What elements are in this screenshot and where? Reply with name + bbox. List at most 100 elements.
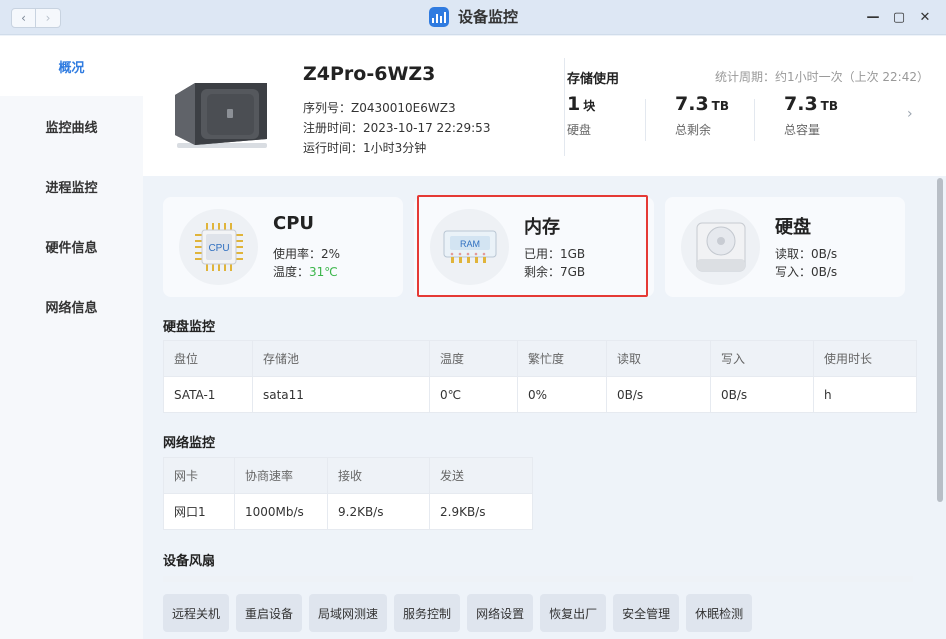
col-header: 温度 <box>429 340 518 377</box>
table-row: 网口1 1000Mb/s 9.2KB/s 2.9KB/s <box>163 493 533 530</box>
action-bar: 远程关机 重启设备 局域网测速 服务控制 网络设置 恢复出厂 安全管理 休眠检测 <box>143 584 946 639</box>
table-cell: 0% <box>517 376 607 413</box>
device-name: Z4Pro-6WZ3 <box>303 63 436 85</box>
sidebar-item-label: 进程监控 <box>45 180 98 196</box>
table-header-row: 网卡 协商速率 接收 发送 <box>163 457 533 494</box>
stat-divider <box>754 99 755 141</box>
maximize-icon: ▢ <box>892 9 906 25</box>
content-scrollbar[interactable] <box>937 178 943 502</box>
nas-device-image <box>175 83 267 148</box>
chevron-right-icon: › <box>45 11 51 25</box>
table-cell: 网口1 <box>163 493 235 530</box>
memory-highlight-frame <box>417 195 648 297</box>
stat-value: 1 <box>567 93 581 115</box>
sidebar: 概况 监控曲线 进程监控 硬件信息 网络信息 <box>0 36 143 639</box>
cpu-card-title: CPU <box>273 213 315 234</box>
factory-reset-button[interactable]: 恢复出厂 <box>540 594 607 632</box>
stat-unit: TB <box>711 99 730 113</box>
sidebar-item-label: 硬件信息 <box>45 240 98 256</box>
sidebar-item-network-info[interactable]: 网络信息 <box>0 276 143 336</box>
action-buttons: 远程关机 重启设备 局域网测速 服务控制 网络设置 恢复出厂 安全管理 休眠检测 <box>163 594 753 632</box>
sidebar-item-label: 监控曲线 <box>45 120 98 136</box>
cpu-icon-text: CPU <box>208 243 229 254</box>
disk-card[interactable]: 硬盘 读取：0B/s 写入：0B/s <box>665 197 905 297</box>
sidebar-item-label: 网络信息 <box>45 300 98 316</box>
stat-label: 硬盘 <box>567 123 592 137</box>
table-cell: 0B/s <box>606 376 711 413</box>
stat-disk-count: 1块 硬盘 <box>567 93 595 138</box>
cpu-temp-value: 31℃ <box>309 265 338 279</box>
table-cell: 2.9KB/s <box>429 493 533 530</box>
disk-icon-wrap <box>681 209 760 285</box>
header-divider <box>564 58 565 156</box>
window-controls: — ▢ ✕ <box>865 8 933 26</box>
sidebar-item-label: 概况 <box>58 60 85 76</box>
device-registered: 注册时间：2023-10-17 22:29:53 <box>303 121 491 135</box>
col-header: 写入 <box>710 340 814 377</box>
device-header: Z4Pro-6WZ3 序列号：Z0430010E6WZ3 注册时间：2023-1… <box>143 36 946 176</box>
stat-total-free: 7.3 TB 总剩余 <box>675 93 729 138</box>
disk-monitor-table: 盘位 存储池 温度 繁忙度 读取 写入 使用时长 SATA-1 sata11 0… <box>163 340 917 413</box>
cpu-chip-icon: CPU <box>194 223 243 271</box>
sidebar-item-hardware-info[interactable]: 硬件信息 <box>0 216 143 276</box>
disk-read: 读取：0B/s <box>775 247 838 261</box>
maximize-button[interactable]: ▢ <box>891 8 907 26</box>
stat-value: 7.3 <box>675 93 709 115</box>
table-cell: SATA-1 <box>163 376 253 413</box>
cpu-temp-label: 温度： <box>273 265 310 279</box>
stat-label: 总容量 <box>784 123 821 137</box>
col-header: 发送 <box>429 457 533 494</box>
cpu-card[interactable]: CPU CPU 使用率：2% 温度：31℃ <box>163 197 403 297</box>
network-settings-button[interactable]: 网络设置 <box>467 594 534 632</box>
fan-title: 设备风扇 <box>163 554 216 569</box>
col-header: 协商速率 <box>234 457 328 494</box>
col-header: 使用时长 <box>813 340 917 377</box>
col-header: 盘位 <box>163 340 253 377</box>
disk-card-title: 硬盘 <box>775 217 811 238</box>
stat-unit: 块 <box>583 99 596 113</box>
network-monitor-table: 网卡 协商速率 接收 发送 网口1 1000Mb/s 9.2KB/s 2.9KB… <box>163 457 533 530</box>
cpu-usage: 使用率：2% <box>273 247 341 261</box>
table-cell: h <box>813 376 917 413</box>
chevron-left-icon: ‹ <box>21 11 26 25</box>
disk-write: 写入：0B/s <box>775 265 838 279</box>
service-control-button[interactable]: 服务控制 <box>394 594 461 632</box>
network-monitor-title: 网络监控 <box>163 436 216 451</box>
sidebar-item-overview[interactable]: 概况 <box>0 36 143 96</box>
title-bar: ‹ › 设备监控 — ▢ ✕ <box>0 0 946 35</box>
minimize-button[interactable]: — <box>865 8 881 26</box>
forward-button[interactable]: › <box>36 8 61 28</box>
main-area: Z4Pro-6WZ3 序列号：Z0430010E6WZ3 注册时间：2023-1… <box>143 36 946 639</box>
storage-detail-chevron-icon[interactable]: › <box>907 106 913 122</box>
close-button[interactable]: ✕ <box>917 8 933 26</box>
device-serial: 序列号：Z0430010E6WZ3 <box>303 101 456 115</box>
table-cell: 9.2KB/s <box>327 493 430 530</box>
close-icon: ✕ <box>919 9 931 25</box>
back-button[interactable]: ‹ <box>11 8 36 28</box>
stat-label: 总剩余 <box>675 123 712 137</box>
minimize-icon: — <box>866 9 880 25</box>
storage-title: 存储使用 <box>567 72 620 87</box>
device-uptime: 运行时间：1小时3分钟 <box>303 141 427 155</box>
remote-shutdown-button[interactable]: 远程关机 <box>163 594 230 632</box>
window-title: 设备监控 <box>458 8 519 26</box>
table-row: SATA-1 sata11 0℃ 0% 0B/s 0B/s h <box>163 376 917 413</box>
sleep-detection-button[interactable]: 休眠检测 <box>686 594 753 632</box>
restart-device-button[interactable]: 重启设备 <box>236 594 303 632</box>
sidebar-item-process-monitor[interactable]: 进程监控 <box>0 156 143 216</box>
stat-divider <box>645 99 646 141</box>
stat-value: 7.3 <box>784 93 818 115</box>
cpu-temperature: 温度：31℃ <box>273 263 338 280</box>
table-cell: sata11 <box>252 376 430 413</box>
device-info: 序列号：Z0430010E6WZ3 注册时间：2023-10-17 22:29:… <box>303 98 490 158</box>
security-management-button[interactable]: 安全管理 <box>613 594 680 632</box>
disk-monitor-title: 硬盘监控 <box>163 320 216 335</box>
hard-disk-icon <box>696 222 745 272</box>
col-header: 读取 <box>606 340 711 377</box>
lan-speedtest-button[interactable]: 局域网测速 <box>309 594 388 632</box>
col-header: 存储池 <box>252 340 430 377</box>
col-header: 网卡 <box>163 457 235 494</box>
stat-total-capacity: 7.3 TB 总容量 <box>784 93 838 138</box>
table-header-row: 盘位 存储池 温度 繁忙度 读取 写入 使用时长 <box>163 340 917 377</box>
sidebar-item-monitor-curves[interactable]: 监控曲线 <box>0 96 143 156</box>
